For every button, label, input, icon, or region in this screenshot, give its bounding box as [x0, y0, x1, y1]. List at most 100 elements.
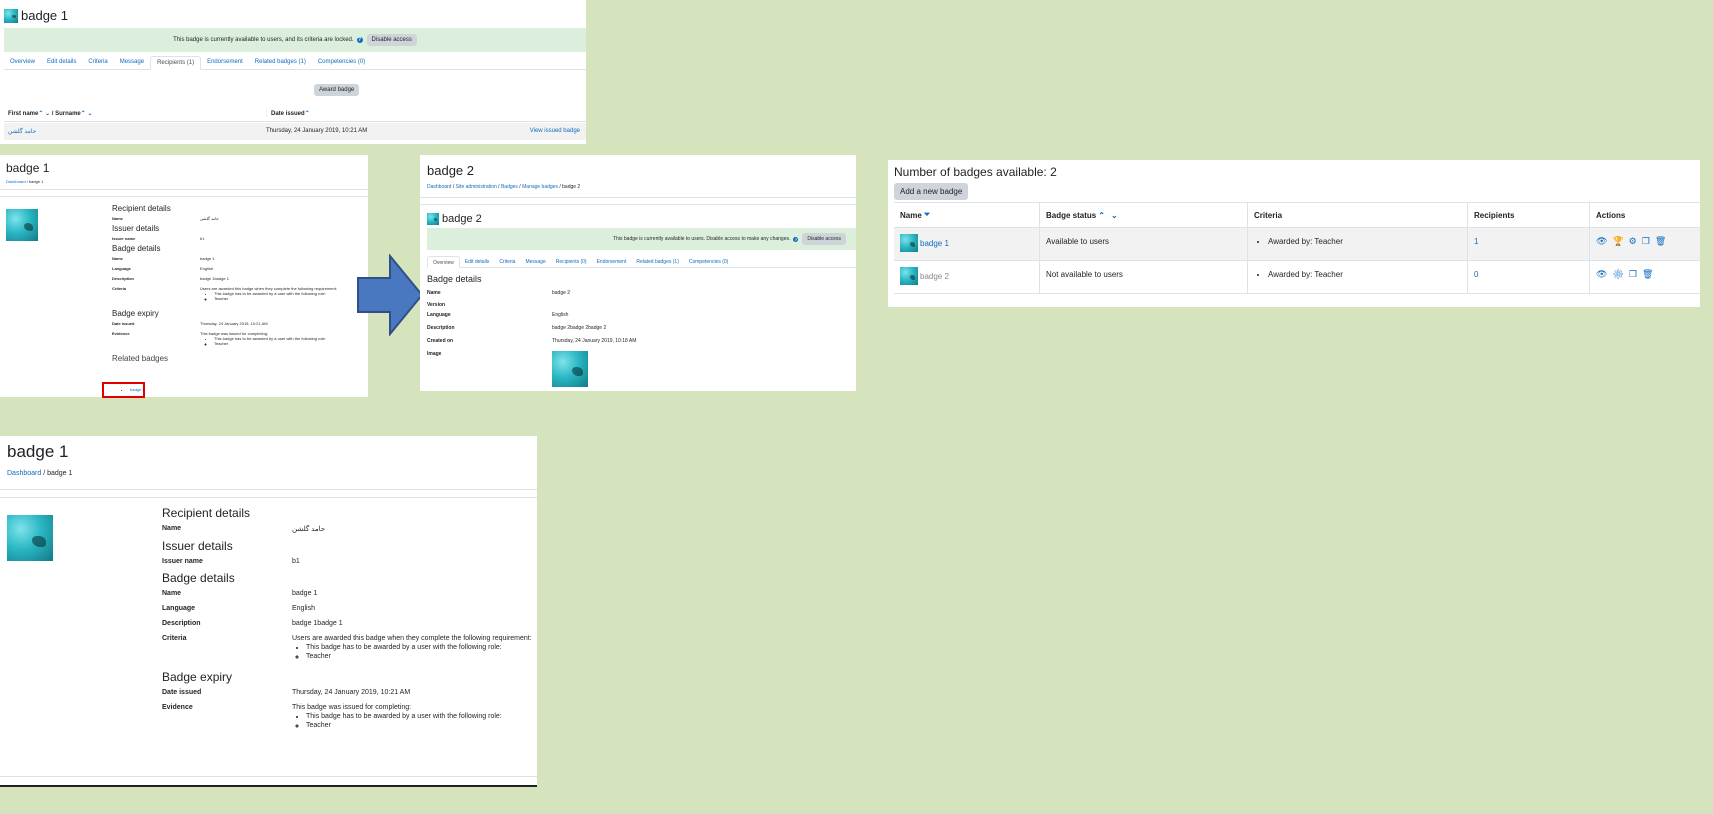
award-badge-button[interactable]: Award badge [314, 84, 360, 96]
breadcrumb-dashboard[interactable]: Dashboard [427, 184, 451, 190]
tab-edit-details[interactable]: Edit details [460, 256, 494, 267]
copy-icon[interactable]: ❐ [1642, 236, 1655, 246]
trash-icon[interactable]: 🗑 [1642, 269, 1658, 279]
badge-expiry-heading: Badge expiry [112, 309, 159, 318]
collapse-icon[interactable]: ⌄ [87, 111, 92, 117]
badge-criteria: Awarded by: Teacher [1268, 270, 1467, 279]
recipient-name-link[interactable]: حامد گلشن [8, 128, 36, 135]
trophy-icon[interactable]: 🏆 [1612, 236, 1628, 246]
arrow-right-icon [357, 254, 424, 336]
trash-icon[interactable]: 🗑 [1655, 236, 1671, 246]
page-title: badge 1 [7, 442, 69, 461]
tab-message[interactable]: Message [520, 256, 550, 267]
badge-image [900, 267, 918, 285]
badge-overview-panel: badge 2 Dashboard / Site administration … [420, 155, 856, 391]
badge-name-link[interactable]: badge 1 [920, 239, 949, 248]
page-title: badge 1 [6, 161, 50, 175]
badge-image [552, 351, 588, 387]
tab-message[interactable]: Message [114, 56, 150, 69]
badge-status: Not available to users [1040, 261, 1248, 293]
issued-date: Thursday, 24 January 2019, 10:21 AM [266, 128, 368, 134]
tab-recipients[interactable]: Recipients (1) [150, 56, 202, 70]
notice-text: This badge is currently available to use… [173, 37, 354, 43]
recipients-count-link[interactable]: 0 [1474, 270, 1478, 279]
related-badges-heading: Related badges [112, 354, 169, 363]
breadcrumb: Dashboard / badge 1 [6, 179, 44, 184]
tab-overview[interactable]: Overview [4, 56, 41, 69]
col-actions: Actions [1596, 210, 1626, 220]
col-surname[interactable]: / Surname [52, 111, 81, 117]
tab-endorsement[interactable]: Endorsement [201, 56, 249, 69]
badge-details-heading: Badge details [427, 274, 482, 284]
badge-image [4, 8, 18, 23]
add-new-badge-button[interactable]: Add a new badge [894, 183, 969, 200]
tab-edit-details[interactable]: Edit details [41, 56, 82, 69]
recipient-details-heading: Recipient details [162, 506, 251, 520]
col-recipients: Recipients [1474, 210, 1515, 220]
badges-count-heading: Number of badges available: 2 [894, 165, 1057, 179]
tab-criteria[interactable]: Criteria [82, 56, 113, 69]
badge-status: Available to users [1040, 228, 1248, 260]
breadcrumb-dashboard[interactable]: Dashboard [7, 470, 41, 477]
tab-competencies[interactable]: Competencies (0) [312, 56, 371, 69]
collapse-icon[interactable]: ⌄ [45, 111, 50, 117]
gear-icon[interactable]: ⚙ [1629, 236, 1642, 246]
tab-overview[interactable]: Overview [427, 256, 460, 268]
issuer-details-heading: Issuer details [112, 224, 160, 233]
sort-asc-icon[interactable]: ⌃ [81, 111, 86, 117]
help-icon[interactable]: ? [356, 37, 363, 43]
badge-image [6, 209, 38, 241]
breadcrumb-dashboard[interactable]: Dashboard [6, 179, 26, 184]
sort-desc-icon[interactable]: ⏷ [924, 210, 930, 220]
breadcrumb-site-administration[interactable]: Site administration [456, 184, 497, 190]
copy-icon[interactable]: ❐ [1629, 269, 1642, 279]
notice-text: This badge is currently available to use… [613, 236, 791, 242]
disable-access-button[interactable]: Disable access [366, 34, 417, 46]
disable-access-button[interactable]: Disable access [802, 233, 846, 245]
tab-recipients[interactable]: Recipients (0) [551, 256, 592, 267]
badge-name-link[interactable]: badge 2 [920, 272, 949, 281]
badge-image [7, 515, 53, 561]
sort-asc-icon[interactable]: ⌃ [38, 111, 43, 117]
table-row: حامد گلشن Thursday, 24 January 2019, 10:… [4, 123, 586, 140]
recipients-table-header: First name⌃ ⌄ / Surname⌃ ⌄ Date issued⌃ [4, 106, 586, 122]
table-row: badge 2 Not available to users Awarded b… [894, 261, 1700, 294]
manage-badges-panel: Number of badges available: 2 Add a new … [888, 160, 1700, 307]
breadcrumb-manage-badges[interactable]: Manage badges [522, 184, 558, 190]
gear-icon[interactable]: ⚙ [1612, 269, 1628, 279]
tab-competencies[interactable]: Competencies (0) [684, 256, 733, 267]
page-title: badge 1 [21, 8, 68, 23]
col-date-issued[interactable]: Date issued [271, 111, 305, 117]
sort-asc-icon[interactable]: ⌃ [305, 111, 310, 117]
col-criteria: Criteria [1254, 210, 1283, 220]
badge-criteria: Awarded by: Teacher [1268, 237, 1467, 246]
badge-details-heading: Badge details [112, 244, 161, 253]
collapse-icon[interactable]: ⌄ [1111, 211, 1118, 220]
table-header: Name ⏷ Badge status ⌃ ⌄ Criteria Recipients… [894, 203, 1700, 228]
issuer-details-heading: Issuer details [162, 539, 233, 553]
tab-related-badges[interactable]: Related badges (1) [249, 56, 312, 69]
badges-table: Name ⏷ Badge status ⌃ ⌄ Criteria Recipients… [894, 202, 1700, 294]
page-title: badge 2 [427, 163, 474, 178]
eye-icon[interactable]: 👁 [1596, 236, 1612, 246]
status-notice: This badge is currently available to use… [427, 228, 856, 250]
issued-badge-small-panel: badge 1 Dashboard / badge 1 Recipient de… [0, 155, 368, 397]
breadcrumb: Dashboard / badge 1 [7, 470, 73, 477]
tab-bar: Overview Edit details Criteria Message R… [4, 56, 586, 70]
col-badge-status[interactable]: Badge status [1046, 211, 1096, 220]
badge-subtitle: badge 2 [442, 213, 482, 225]
tab-related-badges[interactable]: Related badges (1) [631, 256, 684, 267]
view-issued-badge-link[interactable]: View issued badge [530, 128, 580, 134]
tab-criteria[interactable]: Criteria [494, 256, 520, 267]
row-actions: 👁🏆⚙❐🗑 [1590, 228, 1700, 260]
col-name[interactable]: Name [900, 211, 922, 220]
sort-asc-icon[interactable]: ⌃ [1098, 211, 1105, 220]
recipients-count-link[interactable]: 1 [1474, 237, 1478, 246]
tab-endorsement[interactable]: Endorsement [592, 256, 632, 267]
help-icon[interactable]: ? [793, 236, 799, 242]
col-first-name[interactable]: First name [8, 111, 38, 117]
table-row: badge 1 Available to users Awarded by: T… [894, 228, 1700, 261]
tab-bar: Overview Edit details Criteria Message R… [427, 256, 856, 268]
eye-slash-icon[interactable]: 👁 [1596, 269, 1612, 279]
breadcrumb-badges[interactable]: Badges [501, 184, 518, 190]
